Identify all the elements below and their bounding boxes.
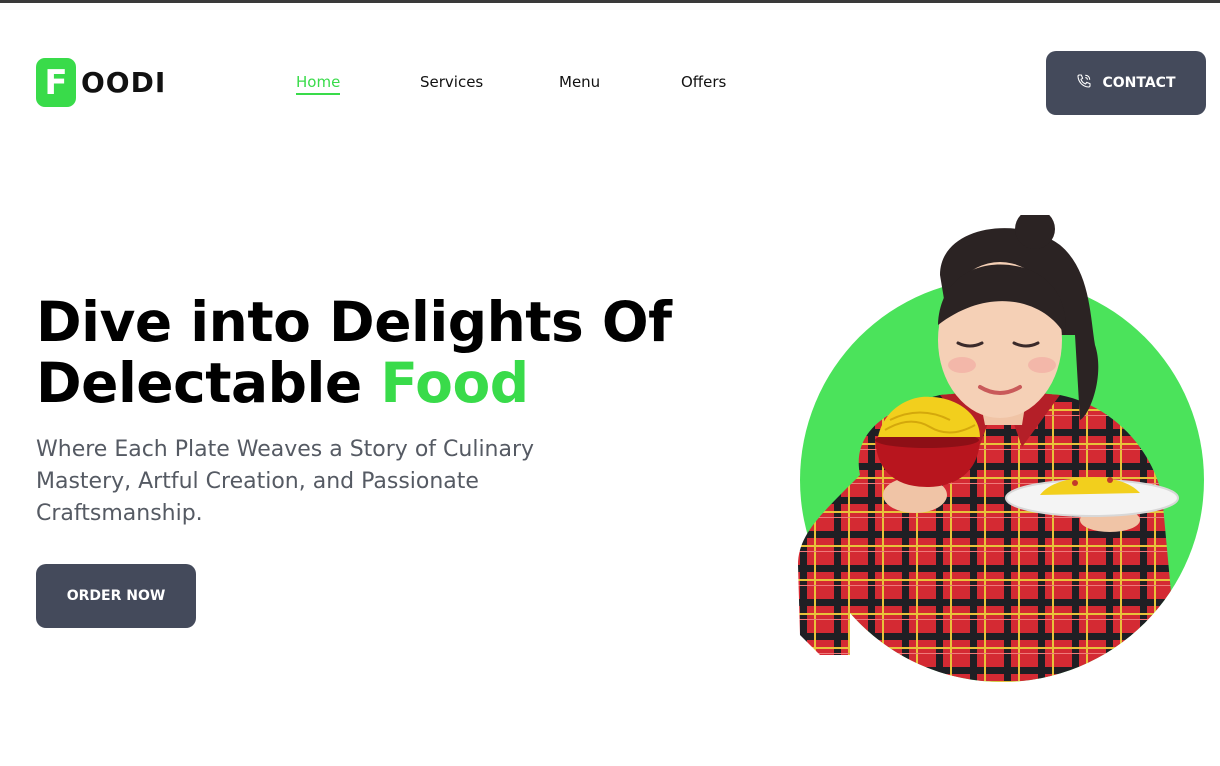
contact-label: CONTACT xyxy=(1102,75,1176,91)
top-border xyxy=(0,0,1220,3)
headline-accent: Food xyxy=(380,351,529,415)
hero-subheadline: Where Each Plate Weaves a Story of Culin… xyxy=(36,437,535,526)
hero-image xyxy=(798,215,1204,682)
hero-headline: Dive into Delights Of Delectable Food xyxy=(36,292,676,414)
headline-line2: Delectable xyxy=(36,351,362,415)
headline-line1: Dive into Delights Of xyxy=(36,290,672,354)
brand-logo[interactable]: F OODI xyxy=(36,58,166,107)
nav-item-menu[interactable]: Menu xyxy=(559,72,600,92)
order-now-button[interactable]: ORDER NOW xyxy=(36,564,196,628)
nav-item-offers[interactable]: Offers xyxy=(681,72,726,92)
nav-item-home[interactable]: Home xyxy=(296,72,341,95)
phone-icon xyxy=(1076,73,1092,93)
logo-wordmark: OODI xyxy=(81,66,167,99)
nav-item-services[interactable]: Services xyxy=(420,72,483,92)
contact-button[interactable]: CONTACT xyxy=(1046,51,1206,115)
logo-badge: F xyxy=(36,58,76,107)
